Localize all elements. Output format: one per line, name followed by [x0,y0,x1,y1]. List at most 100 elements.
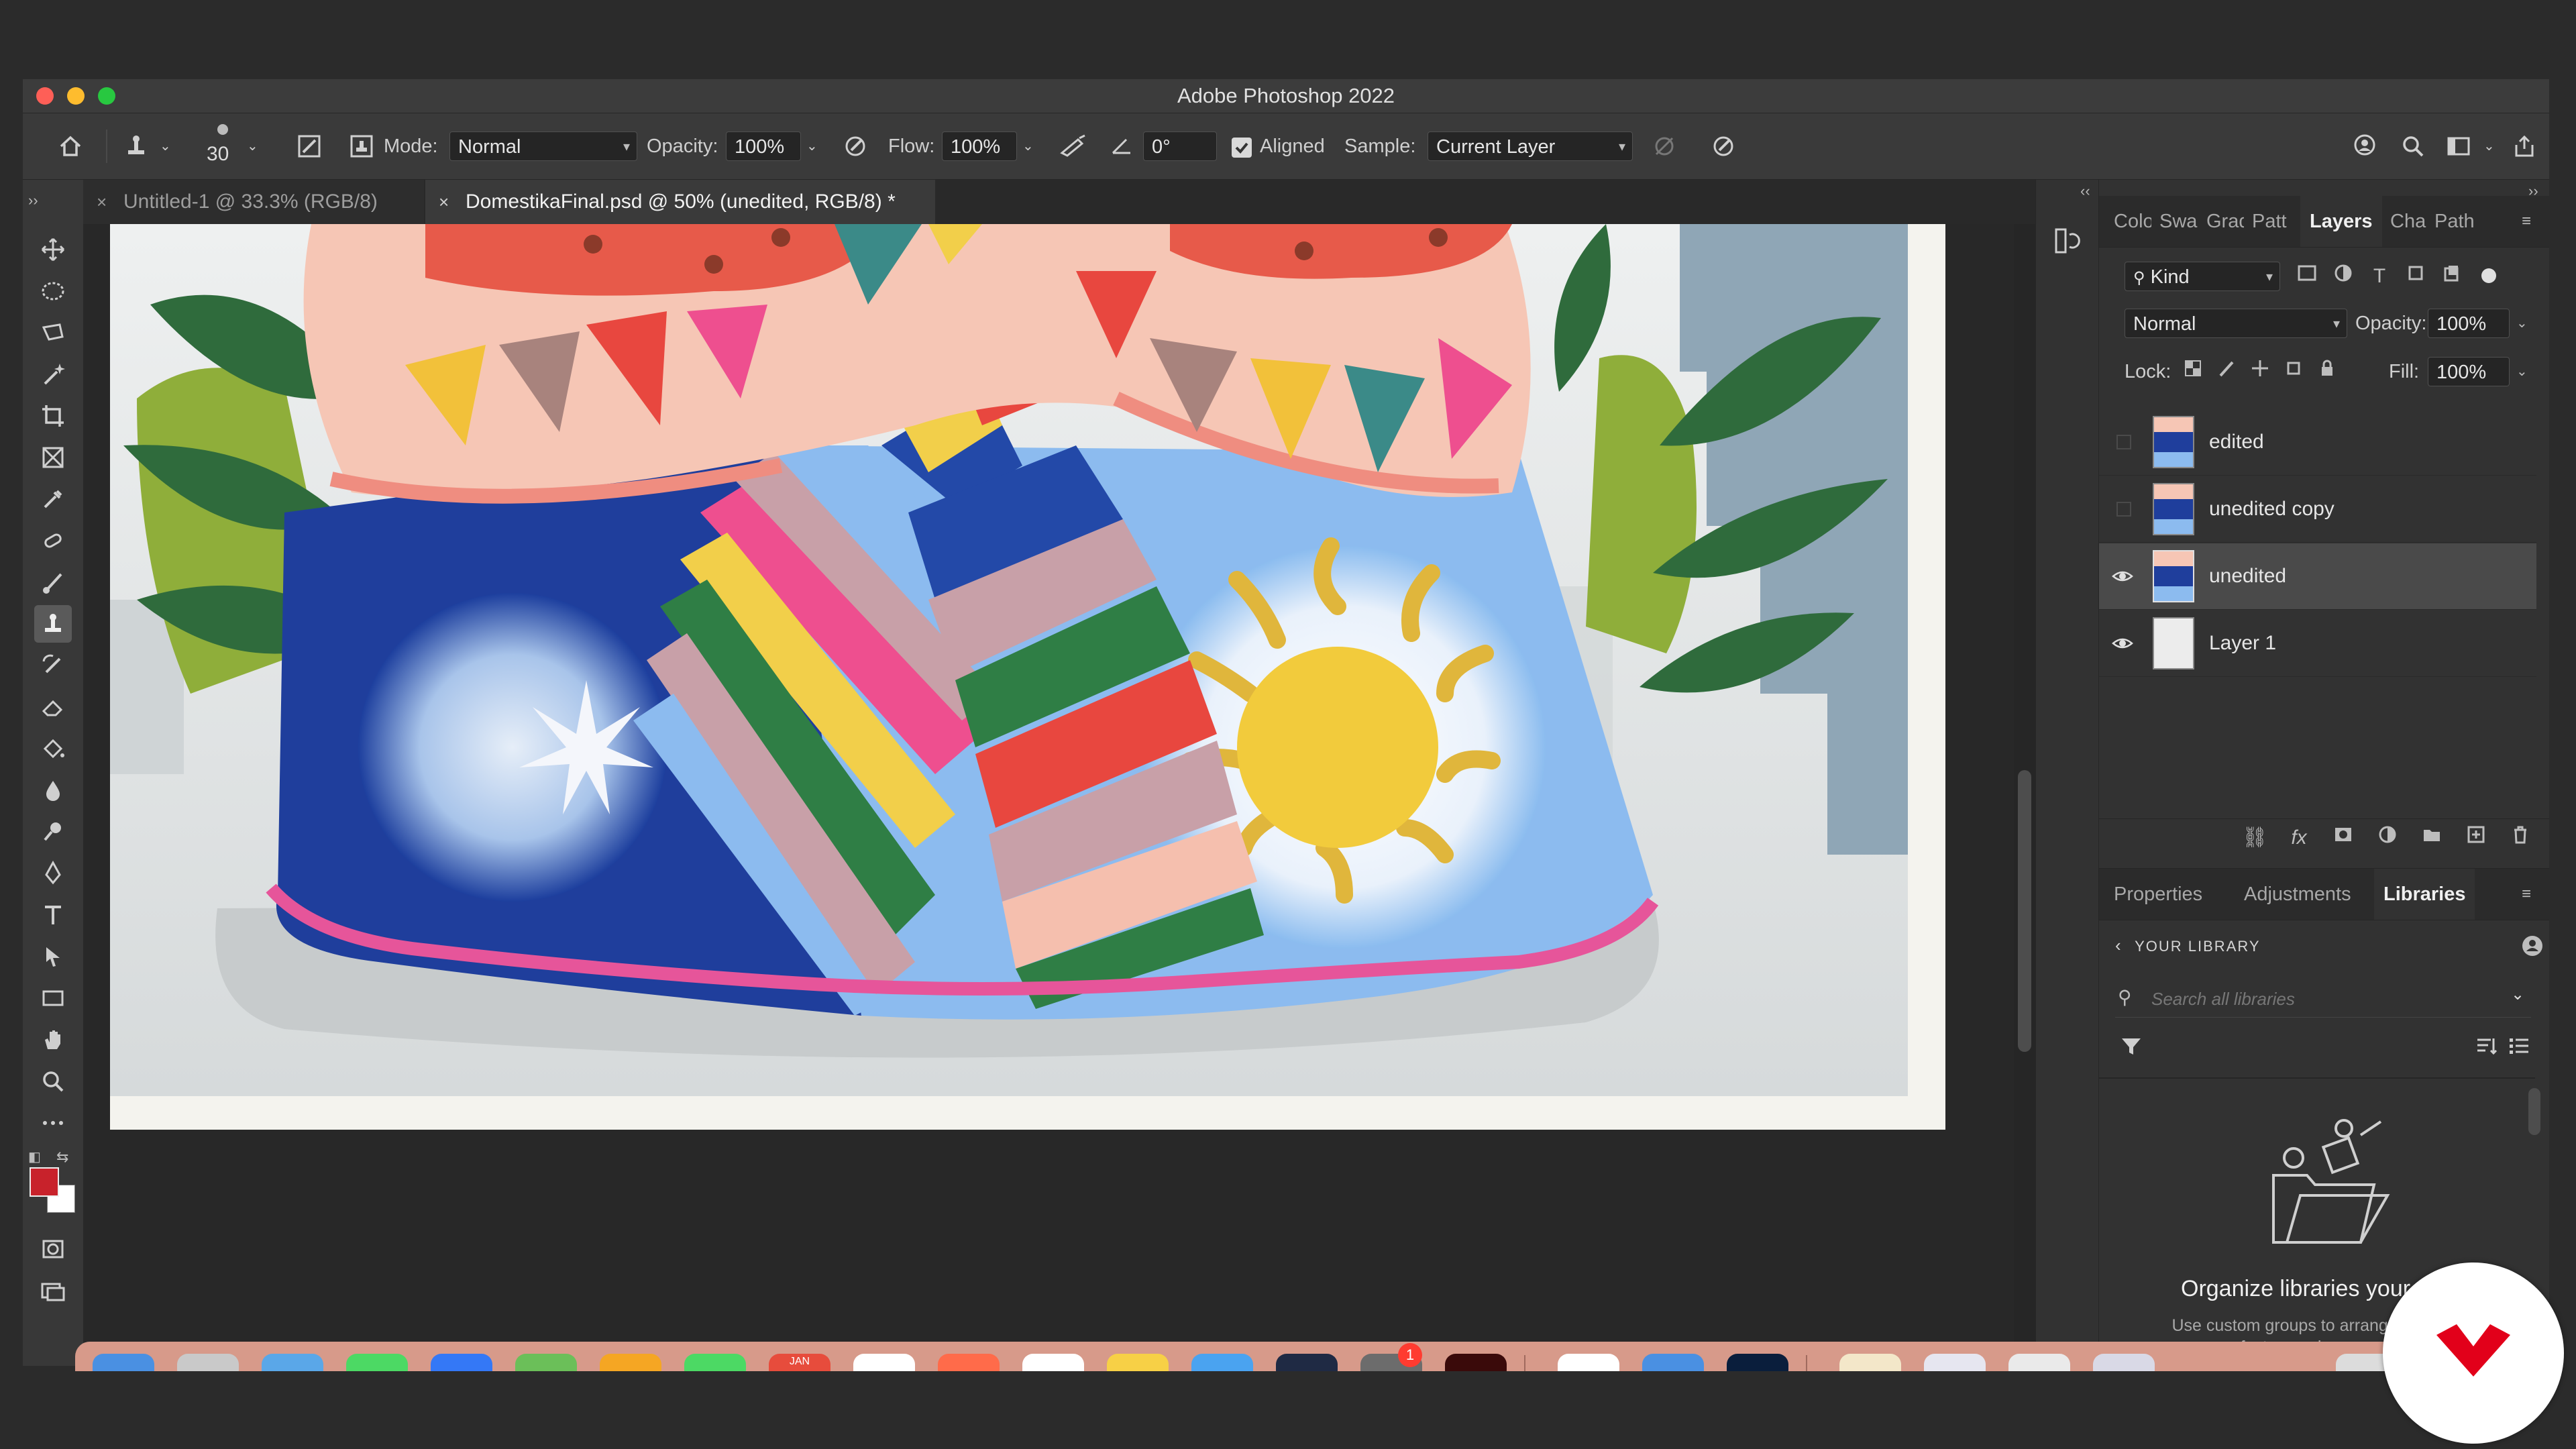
vertical-scroll-thumb[interactable] [2018,770,2031,1052]
filter-shape-icon[interactable] [2402,263,2429,290]
aligned-checkbox[interactable] [1232,138,1252,158]
documents-icon[interactable] [2008,1354,2070,1371]
sample-select[interactable]: Current Layer ▾ [1428,131,1633,161]
facetime-icon[interactable] [684,1354,746,1371]
tab-color[interactable]: Colo [2114,196,2151,247]
tab-paths[interactable]: Path [2434,196,2483,247]
tab-adjustments[interactable]: Adjustments [2244,869,2351,920]
path-selection-tool-icon[interactable] [34,938,72,975]
eraser-tool-icon[interactable] [34,688,72,726]
tab-layers[interactable]: Layers [2310,196,2377,247]
document-canvas[interactable] [110,224,1945,1130]
history-brush-tool-icon[interactable] [34,647,72,684]
frame-tool-icon[interactable] [34,439,72,476]
more-tools-icon[interactable] [34,1104,72,1142]
safari-icon[interactable] [262,1354,323,1371]
filter-icon[interactable] [2119,1034,2143,1059]
cloud-user-icon[interactable] [2348,128,2384,164]
type-tool-icon[interactable] [34,896,72,934]
mode-select[interactable]: Normal ▾ [449,131,637,161]
rectangle-tool-icon[interactable] [34,979,72,1017]
library-search-field[interactable]: ⚲ Search all libraries ⌄ [2115,981,2531,1018]
reminders-icon[interactable] [938,1354,1000,1371]
screenshots-icon[interactable] [2093,1354,2155,1371]
clone-stamp-preset-icon[interactable] [118,128,154,164]
finder-icon[interactable] [93,1354,154,1371]
ignore-adjustment-layers-icon[interactable] [1646,128,1682,164]
fill-input[interactable]: 100% [2428,357,2510,386]
magic-wand-tool-icon[interactable] [34,356,72,393]
visibility-toggle[interactable] [2116,502,2131,517]
app-store-icon[interactable] [1191,1354,1253,1371]
close-tab-icon[interactable]: × [439,180,449,224]
calendar-icon[interactable]: JAN [769,1354,830,1371]
tab-properties[interactable]: Properties [2114,869,2202,920]
library-user-icon[interactable] [2519,932,2546,959]
filter-smart-object-icon[interactable] [2438,263,2465,290]
brush-settings-icon[interactable] [291,128,327,164]
brush-size-picker[interactable]: 30 [203,123,243,170]
share-icon[interactable] [2506,128,2542,164]
lock-position-icon[interactable] [2247,358,2273,385]
move-tool-icon[interactable] [34,231,72,268]
tab-untitled-1[interactable]: × Untitled-1 @ 33.3% (RGB/8) [83,180,424,224]
filter-pixel-icon[interactable] [2294,263,2320,290]
list-view-icon[interactable] [2507,1034,2531,1059]
folder-icon[interactable] [1839,1354,1901,1371]
pressure-size-icon[interactable] [1705,128,1741,164]
marquee-tool-icon[interactable] [34,272,72,310]
tab-libraries[interactable]: Libraries [2383,869,2466,920]
lock-transparent-icon[interactable] [2180,358,2206,385]
stickies-icon[interactable] [1107,1354,1169,1371]
lock-image-icon[interactable] [2213,358,2240,385]
mail-icon[interactable] [431,1354,492,1371]
screen-mode-icon[interactable] [34,1272,72,1309]
pressure-opacity-icon[interactable] [837,128,873,164]
filter-toggle-icon[interactable] [2481,268,2496,283]
eye-icon[interactable] [2111,565,2134,588]
crop-tool-icon[interactable] [34,397,72,435]
workspace-chevron-icon[interactable]: ⌄ [2483,113,2495,179]
pen-tool-icon[interactable] [34,855,72,892]
layer-opacity-input[interactable]: 100% [2428,309,2510,338]
swap-colors-icon[interactable]: ⇆ [56,1148,68,1166]
blur-tool-icon[interactable] [34,771,72,809]
foreground-color-swatch[interactable] [30,1167,59,1197]
messages-icon[interactable] [346,1354,408,1371]
add-mask-icon[interactable] [2330,824,2357,851]
panel-menu-icon[interactable]: ≡ [2522,212,2531,231]
opacity-input[interactable]: 100% [726,131,801,161]
layer-row-unedited[interactable]: unedited [2099,543,2536,610]
tab-swatches[interactable]: Swa [2159,196,2198,247]
contacts-icon[interactable] [853,1354,915,1371]
eye-icon[interactable] [2111,632,2134,655]
layer-row-layer-1[interactable]: Layer 1 [2099,610,2536,677]
tab-patterns[interactable]: Patt [2252,196,2291,247]
quick-mask-icon[interactable] [34,1230,72,1268]
collapse-strip-icon[interactable]: ‹‹ [2080,182,2090,200]
eyedropper-tool-icon[interactable] [34,480,72,518]
preset-chevron-icon[interactable]: ⌄ [160,113,171,179]
home-icon[interactable] [52,128,89,164]
filter-type-icon[interactable]: T [2366,263,2393,290]
tab-channels[interactable]: Cha [2390,196,2428,247]
adjustment-layer-icon[interactable] [2374,824,2401,851]
launchpad-icon[interactable] [177,1354,239,1371]
fill-chevron-icon[interactable]: ⌄ [2516,357,2528,386]
angle-input[interactable]: 0° [1143,131,1217,161]
default-colors-icon[interactable]: ◧ [28,1148,41,1165]
blend-mode-select[interactable]: Normal ▾ [2125,309,2347,338]
airbrush-icon[interactable] [1055,128,1091,164]
maps-icon[interactable] [515,1354,577,1371]
chevron-down-icon[interactable]: ⌄ [2511,985,2524,1004]
new-layer-icon[interactable] [2463,824,2489,851]
expand-toolbar-icon[interactable]: ›› [28,192,38,209]
tab-gradients[interactable]: Grad [2206,196,2244,247]
opacity-chevron-icon[interactable]: ⌄ [2516,309,2528,338]
history-panel-icon[interactable] [2052,225,2083,256]
new-group-icon[interactable] [2418,824,2445,851]
zoom-tool-icon[interactable] [34,1063,72,1100]
lasso-tool-icon[interactable] [34,314,72,352]
sort-icon[interactable] [2475,1034,2499,1059]
opacity-chevron-icon[interactable]: ⌄ [806,113,818,179]
